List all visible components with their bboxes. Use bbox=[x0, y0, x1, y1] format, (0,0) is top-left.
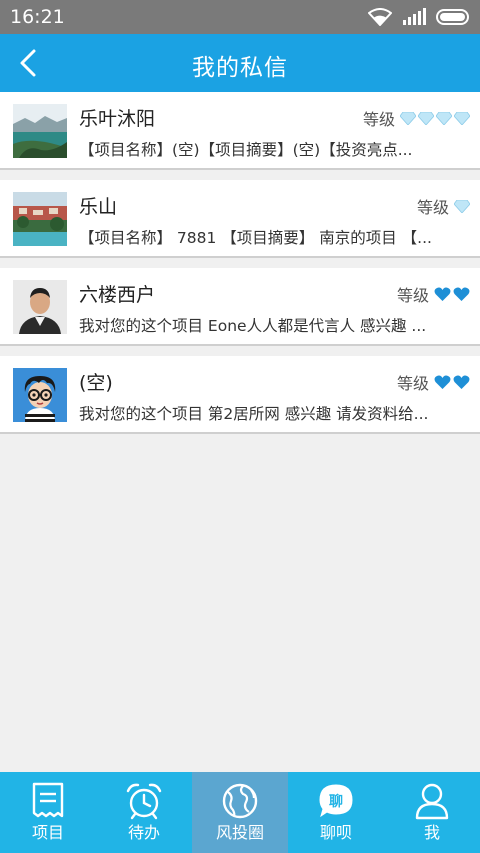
chat-icon-glyph: 聊 bbox=[329, 793, 343, 810]
tab-me[interactable]: 我 bbox=[384, 772, 480, 853]
heart-icon bbox=[453, 375, 470, 389]
diamond-icon bbox=[400, 111, 416, 125]
diamond-icon bbox=[454, 199, 470, 213]
level-badge: 等级 bbox=[417, 194, 470, 218]
status-bar: 16:21 bbox=[0, 0, 480, 34]
level-label: 等级 bbox=[396, 374, 429, 393]
tab-label: 风投圈 bbox=[215, 823, 264, 842]
level-badge: 等级 bbox=[363, 106, 470, 130]
tab-chat[interactable]: 聊 聊呗 bbox=[288, 772, 384, 853]
message-summary: 【项目名称】(空)【项目摘要】(空)【投资亮点... bbox=[79, 141, 413, 159]
message-item[interactable]: (空) 等级 我对您的这个项目 第2居所网 感兴趣 请发资料给... bbox=[0, 356, 480, 434]
message-summary: 我对您的这个项目 Eone人人都是代言人 感兴趣 ... bbox=[79, 317, 427, 335]
message-list: 乐叶沐阳 等级 【项目名称】(空)【项目摘要】(空)【投资亮点... 乐山 等级… bbox=[0, 92, 480, 444]
page-title: 我的私信 bbox=[192, 55, 288, 81]
tab-label: 我 bbox=[423, 823, 440, 842]
tab-projects[interactable]: 项目 bbox=[0, 772, 96, 853]
level-badge: 等级 bbox=[397, 282, 470, 306]
contact-name: (空) bbox=[79, 372, 113, 394]
person-icon bbox=[415, 783, 449, 820]
message-item[interactable]: 乐山 等级 【项目名称】 7881 【项目摘要】 南京的项目 【... bbox=[0, 180, 480, 258]
status-time: 16:21 bbox=[10, 6, 65, 28]
globe-icon bbox=[222, 783, 258, 819]
wifi-icon bbox=[368, 8, 392, 26]
status-icons bbox=[368, 7, 472, 27]
top-nav-bar: 我的私信 bbox=[0, 34, 480, 92]
diamond-icon bbox=[436, 111, 452, 125]
alarm-clock-icon bbox=[126, 783, 162, 820]
tab-label: 聊呗 bbox=[319, 823, 352, 842]
message-item[interactable]: 乐叶沐阳 等级 【项目名称】(空)【项目摘要】(空)【投资亮点... bbox=[0, 92, 480, 170]
tab-todo[interactable]: 待办 bbox=[96, 772, 192, 853]
avatar bbox=[13, 104, 67, 158]
battery-icon bbox=[436, 9, 469, 25]
contact-name: 乐山 bbox=[79, 196, 118, 218]
contact-name: 六楼西户 bbox=[79, 284, 156, 306]
heart-icon bbox=[434, 287, 451, 301]
heart-icon bbox=[453, 287, 470, 301]
document-icon bbox=[32, 782, 64, 818]
tab-vc-circle[interactable]: 风投圈 bbox=[192, 772, 288, 853]
message-item[interactable]: 六楼西户 等级 我对您的这个项目 Eone人人都是代言人 感兴趣 ... bbox=[0, 268, 480, 346]
avatar bbox=[13, 280, 67, 334]
message-summary: 我对您的这个项目 第2居所网 感兴趣 请发资料给... bbox=[79, 405, 429, 423]
heart-icon bbox=[434, 375, 451, 389]
level-badge: 等级 bbox=[397, 370, 470, 394]
diamond-icon bbox=[418, 111, 434, 125]
level-label: 等级 bbox=[396, 286, 429, 305]
tab-label: 项目 bbox=[31, 823, 64, 842]
chat-icon: 聊 bbox=[319, 784, 353, 818]
level-label: 等级 bbox=[362, 110, 395, 129]
tab-label: 待办 bbox=[127, 823, 160, 842]
level-label: 等级 bbox=[416, 198, 449, 217]
avatar bbox=[13, 192, 67, 246]
bottom-tab-bar: 项目 待办 风投圈 聊 聊呗 我 bbox=[0, 772, 480, 853]
signal-icon bbox=[403, 8, 426, 25]
contact-name: 乐叶沐阳 bbox=[79, 108, 156, 130]
diamond-icon bbox=[454, 111, 470, 125]
avatar bbox=[13, 368, 67, 422]
message-summary: 【项目名称】 7881 【项目摘要】 南京的项目 【... bbox=[79, 229, 432, 247]
